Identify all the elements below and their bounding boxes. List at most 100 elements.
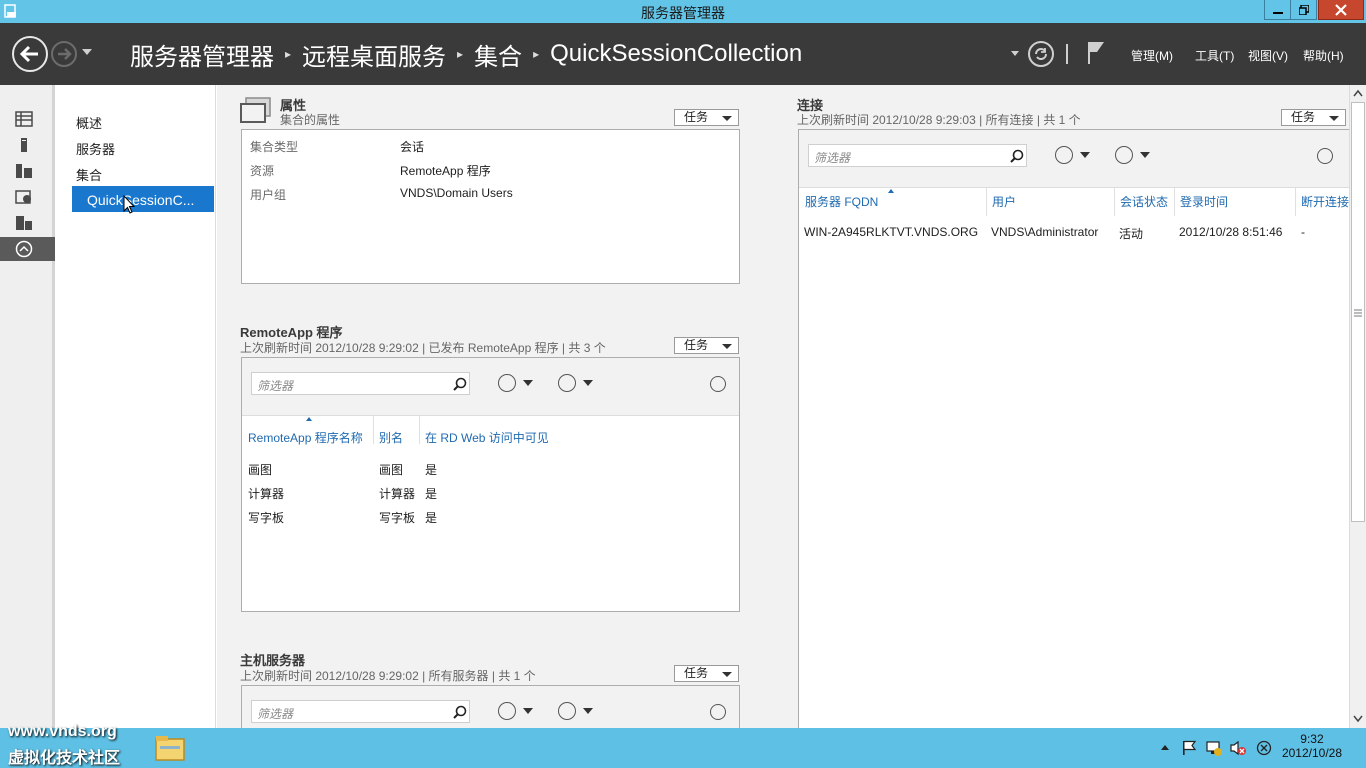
- breadcrumb-separator-icon: ▸: [285, 47, 292, 61]
- close-button[interactable]: [1318, 0, 1364, 20]
- table-cell[interactable]: 写字板: [248, 509, 284, 526]
- column-divider: [373, 416, 374, 444]
- expand-chevron-icon[interactable]: [710, 376, 726, 392]
- rail-iis[interactable]: [0, 211, 63, 235]
- dropdown-arrow-icon[interactable]: [583, 708, 593, 714]
- mouse-cursor-icon: [123, 195, 135, 214]
- notifications-flag-icon[interactable]: [1086, 40, 1106, 66]
- nav-item-collections[interactable]: 集合: [76, 165, 102, 184]
- remoteapp-filter-input[interactable]: 筛选器: [251, 372, 470, 395]
- table-cell[interactable]: VNDS\Administrator: [991, 225, 1098, 239]
- properties-section-icon: [240, 97, 271, 123]
- list-options-icon[interactable]: [498, 702, 516, 720]
- table-cell[interactable]: 2012/10/28 8:51:46: [1179, 225, 1282, 239]
- search-icon[interactable]: [1010, 149, 1024, 163]
- prop-label: 资源: [250, 164, 275, 178]
- hosts-filter-input[interactable]: 筛选器: [251, 700, 470, 723]
- properties-tasks-button[interactable]: 任务: [674, 109, 739, 126]
- list-options-icon[interactable]: [498, 374, 516, 392]
- column-header[interactable]: 服务器 FQDN: [805, 193, 878, 210]
- scroll-up-icon[interactable]: [1353, 89, 1363, 97]
- table-cell[interactable]: 是: [425, 509, 437, 526]
- refresh-button[interactable]: [1028, 41, 1054, 67]
- connections-filter-input[interactable]: 筛选器: [808, 144, 1027, 167]
- show-hidden-icons-icon[interactable]: [1160, 743, 1170, 751]
- all-servers-icon: [16, 164, 32, 178]
- menu-view[interactable]: 视图(V): [1248, 47, 1288, 64]
- close-circle-icon[interactable]: [1256, 740, 1272, 756]
- connections-tasks-button[interactable]: 任务: [1281, 109, 1346, 126]
- system-clock[interactable]: 9:32 2012/10/28: [1282, 732, 1342, 760]
- column-header[interactable]: 用户: [992, 193, 1016, 210]
- action-center-flag-icon[interactable]: [1181, 740, 1197, 756]
- dropdown-arrow-icon[interactable]: [523, 380, 533, 386]
- forward-arrow-icon: [58, 48, 72, 60]
- rail-file-storage[interactable]: [0, 185, 55, 209]
- table-cell[interactable]: WIN-2A945RLKTVT.VNDS.ORG: [804, 225, 978, 239]
- table-cell[interactable]: 计算器: [248, 485, 284, 502]
- rail-all-servers[interactable]: [0, 159, 55, 183]
- table-cell[interactable]: 画图: [248, 461, 272, 478]
- column-header[interactable]: 别名: [379, 429, 403, 446]
- clock-date: 2012/10/28: [1281, 746, 1342, 760]
- forward-button[interactable]: [51, 41, 77, 67]
- history-dropdown-icon[interactable]: [82, 49, 92, 57]
- table-cell[interactable]: 活动: [1119, 225, 1143, 242]
- close-icon: [1335, 3, 1347, 16]
- grip-icon: [1354, 309, 1362, 317]
- dropdown-arrow-icon[interactable]: [583, 380, 593, 386]
- menu-help[interactable]: 帮助(H): [1303, 47, 1344, 64]
- menu-tools[interactable]: 工具(T): [1195, 47, 1234, 64]
- dropdown-arrow-icon[interactable]: [523, 708, 533, 714]
- nav-item-servers[interactable]: 服务器: [76, 139, 115, 158]
- expand-chevron-icon[interactable]: [1317, 148, 1333, 164]
- file-explorer-icon[interactable]: [154, 734, 186, 762]
- table-cell[interactable]: 是: [425, 461, 437, 478]
- sort-ascending-icon: [888, 189, 894, 193]
- column-divider: [1174, 188, 1175, 216]
- header-dropdown-icon[interactable]: [1011, 51, 1019, 57]
- rail-remote-desktop[interactable]: [0, 237, 63, 261]
- network-icon[interactable]: [1205, 739, 1223, 757]
- table-cell[interactable]: 写字板: [379, 509, 415, 526]
- menu-manage[interactable]: 管理(M): [1131, 47, 1173, 64]
- nav-item-quicksession[interactable]: QuickSessionC...: [72, 186, 214, 212]
- breadcrumb-item-remote-desktop[interactable]: 远程桌面服务: [302, 37, 446, 72]
- breadcrumb-item-server-manager[interactable]: 服务器管理器: [130, 37, 274, 72]
- save-query-icon[interactable]: [1115, 146, 1133, 164]
- table-cell[interactable]: 画图: [379, 461, 403, 478]
- table-cell[interactable]: 是: [425, 485, 437, 502]
- scroll-down-icon[interactable]: [1353, 715, 1363, 723]
- hosts-tasks-button[interactable]: 任务: [674, 665, 739, 682]
- column-header[interactable]: 登录时间: [1180, 193, 1228, 210]
- properties-panel: 集合类型 会话 资源 RemoteApp 程序 用户组 VNDS\Domain …: [241, 129, 740, 284]
- table-cell[interactable]: -: [1301, 225, 1305, 239]
- rail-dashboard[interactable]: [0, 107, 55, 131]
- breadcrumb-item-collections[interactable]: 集合: [474, 37, 522, 72]
- search-icon[interactable]: [453, 705, 467, 719]
- expand-chevron-icon[interactable]: [710, 704, 726, 720]
- save-query-icon[interactable]: [558, 374, 576, 392]
- column-divider: [1295, 188, 1296, 216]
- dropdown-arrow-icon[interactable]: [1140, 152, 1150, 158]
- dropdown-arrow-icon[interactable]: [1080, 152, 1090, 158]
- table-cell[interactable]: 计算器: [379, 485, 415, 502]
- header-divider: [1066, 44, 1068, 64]
- volume-muted-icon[interactable]: [1229, 739, 1247, 757]
- rail-local-server[interactable]: [0, 133, 55, 157]
- remoteapp-tasks-button[interactable]: 任务: [674, 337, 739, 354]
- column-header[interactable]: 会话状态: [1120, 193, 1168, 210]
- back-button[interactable]: [12, 36, 48, 72]
- vertical-scrollbar[interactable]: [1349, 85, 1366, 728]
- search-icon[interactable]: [453, 377, 467, 391]
- list-options-icon[interactable]: [1055, 146, 1073, 164]
- local-server-icon: [21, 138, 27, 152]
- restore-icon: [1298, 4, 1309, 15]
- restore-button[interactable]: [1290, 0, 1317, 20]
- column-header[interactable]: 断开连接: [1301, 193, 1349, 210]
- column-header[interactable]: RemoteApp 程序名称: [248, 429, 363, 446]
- minimize-button[interactable]: [1264, 0, 1291, 20]
- column-header[interactable]: 在 RD Web 访问中可见: [425, 429, 549, 446]
- save-query-icon[interactable]: [558, 702, 576, 720]
- nav-item-overview[interactable]: 概述: [76, 113, 102, 132]
